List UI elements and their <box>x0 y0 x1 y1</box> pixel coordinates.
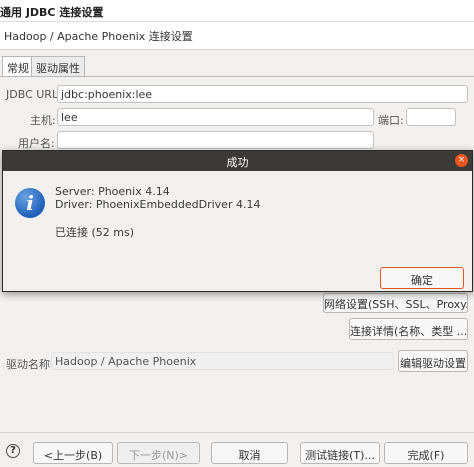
driver-info-text: Driver: PhoenixEmbeddedDriver 4.14 <box>55 198 261 211</box>
page-title: Hadoop / Apache Phoenix 连接设置 <box>4 30 193 43</box>
next-button[interactable]: 下一步(N)> <box>117 442 200 464</box>
driver-name-label: 驱动名称: <box>6 358 54 371</box>
driver-name-field: Hadoop / Apache Phoenix <box>51 352 394 370</box>
edit-driver-settings-button[interactable]: 编辑驱动设置 <box>398 350 468 372</box>
window-title: 通用 JDBC 连接设置 <box>0 6 104 19</box>
jdbc-url-label: JDBC URL: <box>6 88 62 101</box>
tab-general[interactable]: 常规 <box>2 56 34 77</box>
footer-divider <box>0 432 474 433</box>
server-info-text: Server: Phoenix 4.14 <box>55 185 170 198</box>
help-icon[interactable]: ? <box>6 444 20 458</box>
cancel-button[interactable]: 取消 <box>211 442 288 464</box>
dialog-title: 成功 <box>226 156 249 169</box>
finish-button[interactable]: 完成(F) <box>384 442 468 464</box>
ok-button[interactable]: 确定 <box>380 267 464 289</box>
success-dialog: 成功 × i Server: Phoenix 4.14 Driver: Phoe… <box>2 150 473 292</box>
jdbc-url-field[interactable]: jdbc:phoenix:lee <box>57 85 468 103</box>
host-field[interactable]: lee <box>57 108 374 126</box>
username-label: 用户名: <box>18 137 55 150</box>
test-connection-button[interactable]: 测试链接(T)... <box>300 442 380 464</box>
window-title-bar: 通用 JDBC 连接设置 <box>0 0 474 22</box>
back-button[interactable]: <上一步(B) <box>33 442 113 464</box>
host-label: 主机: <box>30 114 56 127</box>
port-field[interactable] <box>406 108 456 126</box>
port-label: 端口: <box>378 114 404 127</box>
tab-driver-properties[interactable]: 驱动属性 <box>31 56 85 76</box>
network-settings-button[interactable]: 网络设置(SSH、SSL、Proxy...) <box>323 293 468 313</box>
connection-status-text: 已连接 (52 ms) <box>55 226 135 239</box>
close-icon[interactable]: × <box>455 154 468 167</box>
connection-details-button[interactable]: 连接详情(名称、类型 ...) <box>349 318 468 340</box>
dialog-title-bar: 成功 × <box>3 151 472 171</box>
page-header: Hadoop / Apache Phoenix 连接设置 <box>0 22 474 50</box>
info-icon: i <box>15 188 45 218</box>
username-field[interactable] <box>57 131 374 149</box>
